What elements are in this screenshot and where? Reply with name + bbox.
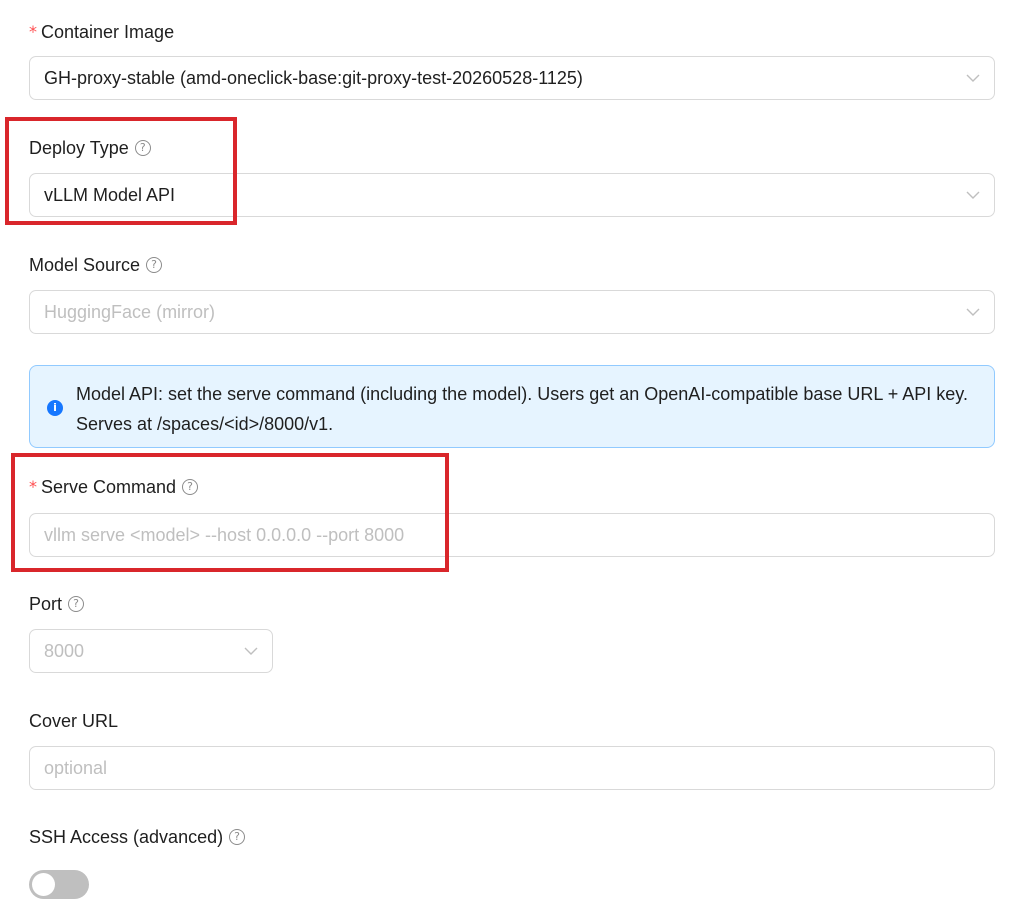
chevron-down-icon bbox=[966, 74, 980, 82]
help-icon[interactable]: ? bbox=[68, 596, 85, 612]
serve-command-placeholder: vllm serve <model> --host 0.0.0.0 --port… bbox=[44, 524, 405, 545]
chevron-down-icon bbox=[966, 191, 980, 199]
help-icon[interactable]: ? bbox=[146, 257, 163, 273]
required-mark: * bbox=[29, 477, 37, 496]
port-select[interactable]: 8000 bbox=[29, 629, 273, 673]
info-alert: i Model API: set the serve command (incl… bbox=[29, 365, 995, 448]
cover-url-label-text: Cover URL bbox=[29, 711, 119, 731]
help-icon[interactable]: ? bbox=[134, 140, 151, 156]
help-icon[interactable]: ? bbox=[182, 479, 199, 495]
container-image-label-text: Container Image bbox=[41, 22, 175, 42]
ssh-access-label-text: SSH Access (advanced) bbox=[29, 827, 224, 847]
chevron-down-icon bbox=[244, 647, 258, 655]
cover-url-label: Cover URL bbox=[29, 709, 118, 733]
info-alert-text: Model API: set the serve command (includ… bbox=[76, 384, 968, 434]
ssh-access-label: SSH Access (advanced) ? bbox=[29, 825, 246, 849]
port-label-text: Port bbox=[29, 594, 63, 614]
model-source-select[interactable]: HuggingFace (mirror) bbox=[29, 290, 995, 334]
port-label: Port ? bbox=[29, 592, 85, 616]
deploy-type-label-text: Deploy Type bbox=[29, 138, 129, 158]
info-icon: i bbox=[47, 400, 63, 416]
serve-command-label: * Serve Command ? bbox=[29, 475, 199, 499]
ssh-access-toggle[interactable] bbox=[29, 870, 89, 899]
deploy-type-label: Deploy Type ? bbox=[29, 136, 151, 160]
required-mark: * bbox=[29, 22, 37, 41]
serve-command-input[interactable]: vllm serve <model> --host 0.0.0.0 --port… bbox=[29, 513, 995, 557]
deploy-type-value: vLLM Model API bbox=[44, 184, 176, 205]
container-image-select[interactable]: GH-proxy-stable (amd-oneclick-base:git-p… bbox=[29, 56, 995, 100]
model-source-value: HuggingFace (mirror) bbox=[44, 301, 216, 322]
help-icon[interactable]: ? bbox=[229, 829, 246, 845]
cover-url-placeholder: optional bbox=[44, 757, 108, 778]
container-image-label: * Container Image bbox=[29, 20, 174, 44]
serve-command-label-text: Serve Command bbox=[41, 477, 177, 497]
model-source-label-text: Model Source bbox=[29, 255, 141, 275]
toggle-knob bbox=[32, 873, 55, 896]
chevron-down-icon bbox=[966, 308, 980, 316]
port-value: 8000 bbox=[44, 640, 85, 661]
deploy-type-select[interactable]: vLLM Model API bbox=[29, 173, 995, 217]
cover-url-input[interactable]: optional bbox=[29, 746, 995, 790]
model-source-label: Model Source ? bbox=[29, 253, 163, 277]
container-image-value: GH-proxy-stable (amd-oneclick-base:git-p… bbox=[44, 67, 583, 88]
